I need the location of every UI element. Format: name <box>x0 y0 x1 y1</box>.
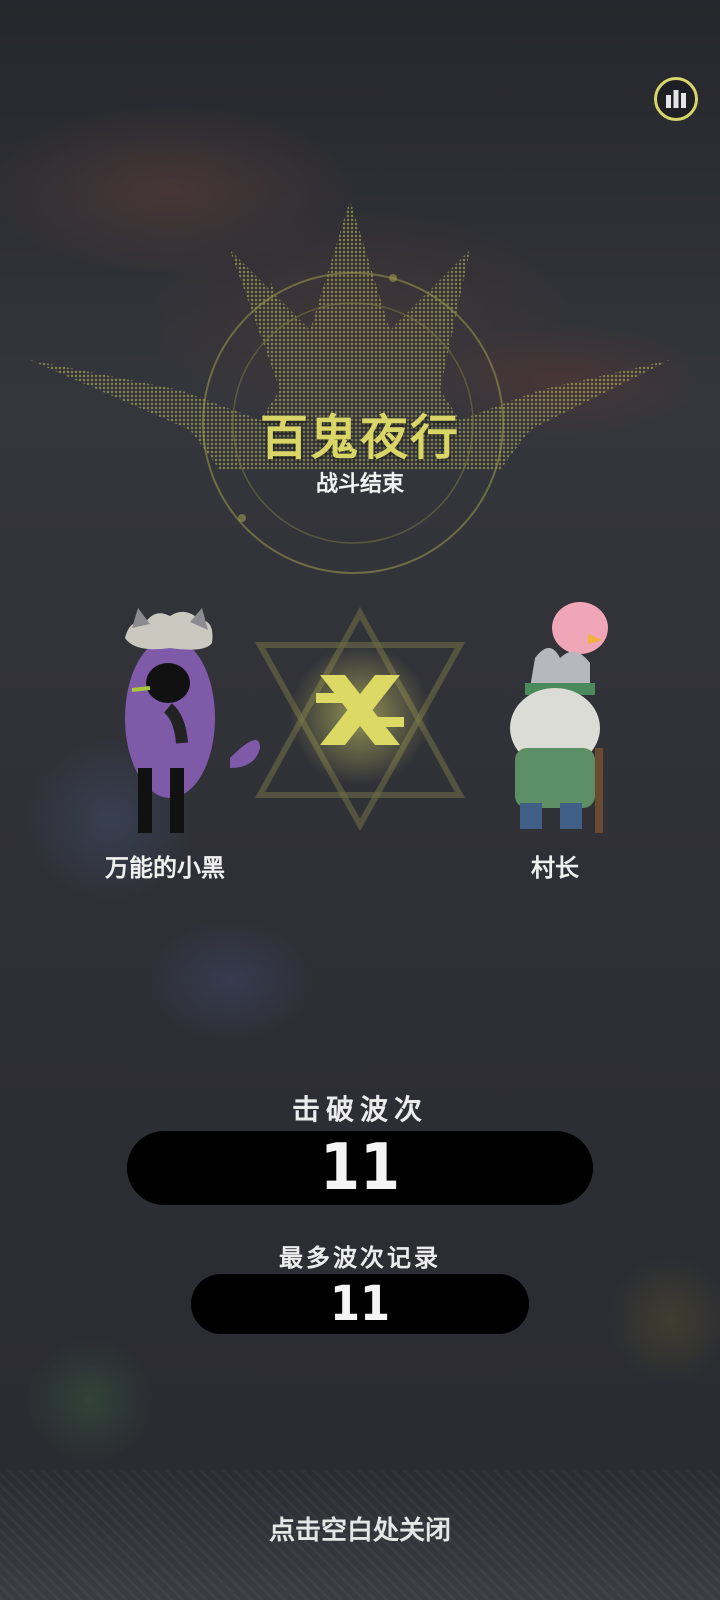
vs-emblem <box>254 606 466 832</box>
crown-emblem <box>30 200 670 574</box>
stats-button[interactable] <box>654 77 698 121</box>
waves-cleared-label: 击破波次 <box>291 1093 428 1126</box>
right-player-avatar <box>510 602 608 833</box>
tap-to-close-hint[interactable]: 点击空白处关闭 <box>0 1510 720 1547</box>
bar-chart-icon <box>666 90 686 108</box>
best-record-label: 最多波次记录 <box>279 1244 441 1272</box>
battle-end-subtitle: 战斗结束 <box>315 472 404 497</box>
waves-cleared-value: 11 <box>127 1131 593 1205</box>
left-player-name: 万能的小黑 <box>105 854 225 882</box>
battle-result-screen[interactable]: 百鬼夜行 战斗结束 万能的小黑 村长 击破波次 11 最多波次记录 11 点击空… <box>0 0 720 1600</box>
best-record-value: 11 <box>191 1274 529 1334</box>
right-player-name: 村长 <box>531 854 579 882</box>
mode-title: 百鬼夜行 <box>259 410 460 466</box>
left-player-avatar <box>125 608 260 833</box>
